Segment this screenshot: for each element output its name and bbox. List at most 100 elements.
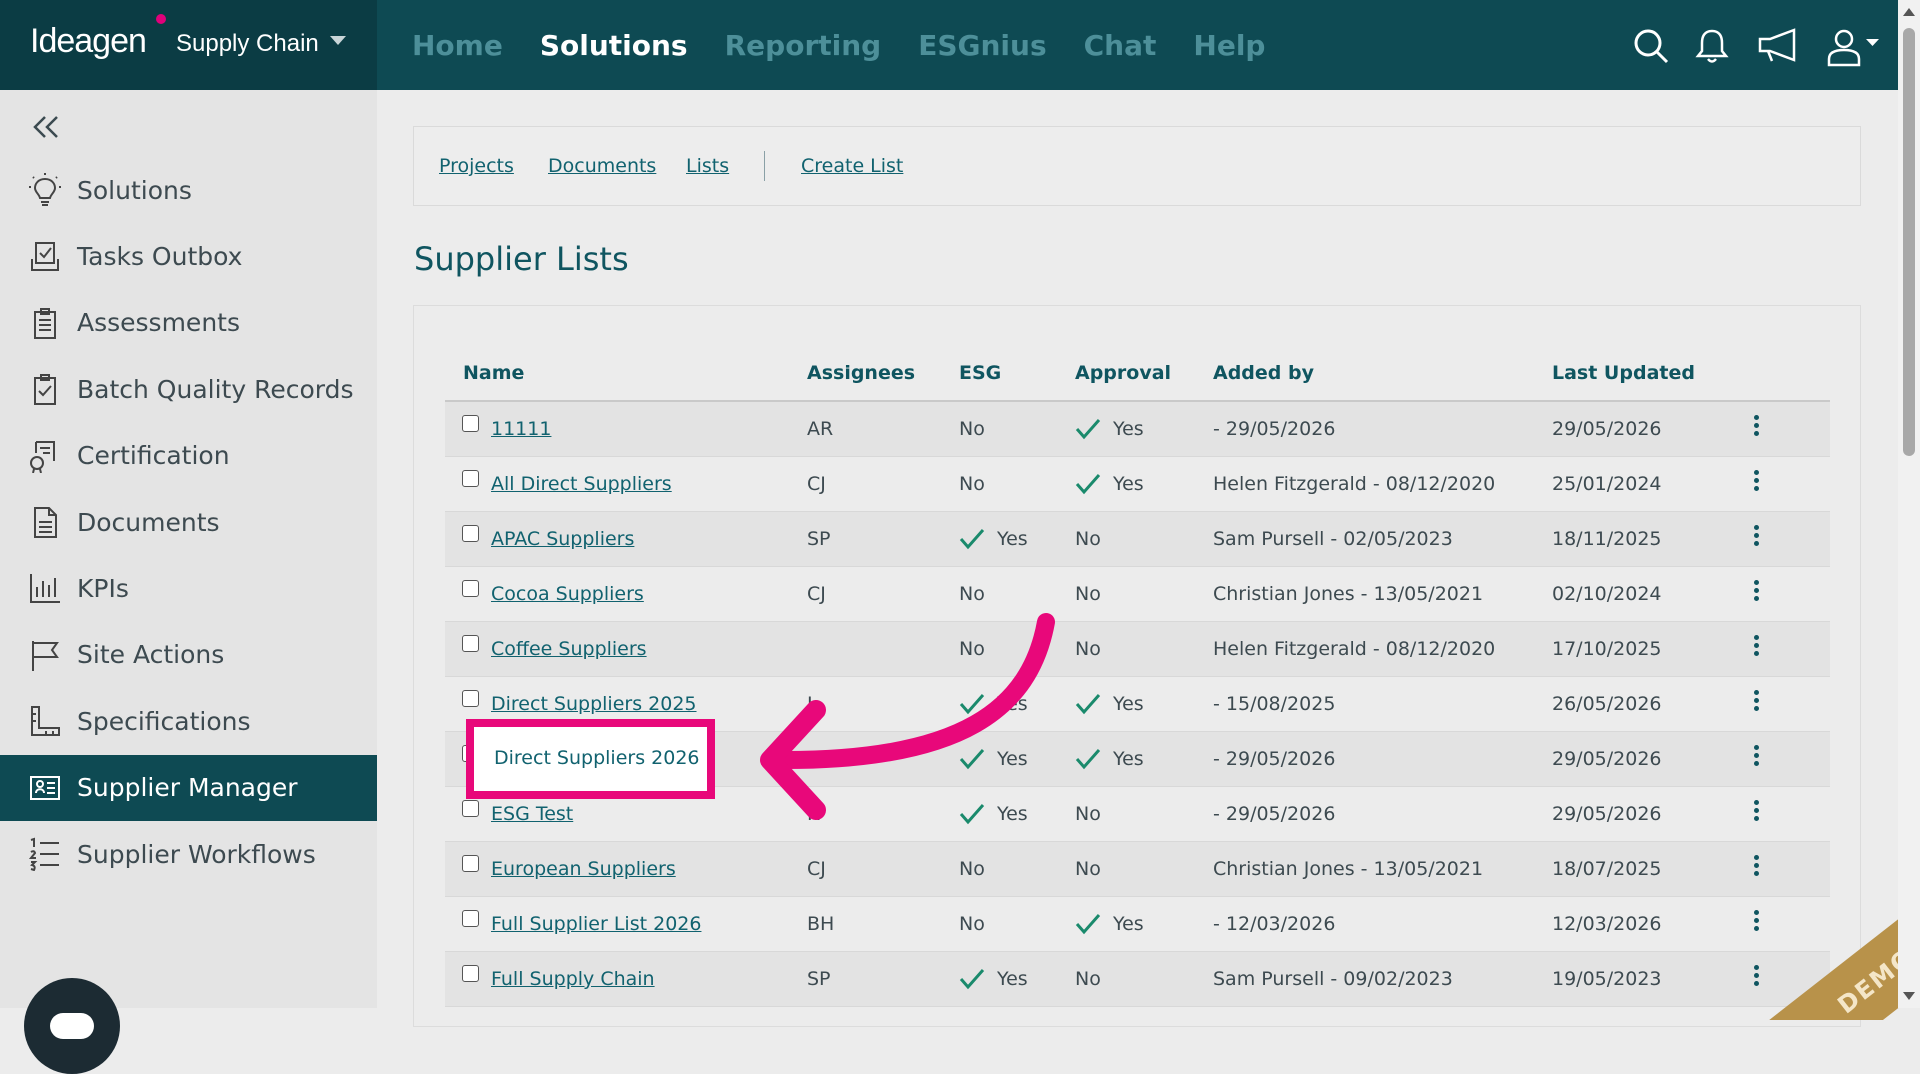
sidebar-item-solutions[interactable]: Solutions: [0, 157, 377, 223]
approval-value: Yes: [1113, 692, 1144, 715]
nav-help[interactable]: Help: [1193, 29, 1265, 62]
added-by-value: Christian Jones - 13/05/2021: [1213, 858, 1484, 880]
bell-icon[interactable]: [1694, 27, 1730, 63]
last-updated-value: 12/03/2026: [1552, 913, 1662, 935]
chevron-down-icon[interactable]: [330, 36, 346, 45]
row-actions-kebab-icon[interactable]: [1754, 854, 1760, 879]
sidebar-item-site-actions[interactable]: Site Actions: [0, 622, 377, 688]
subnav-projects-link[interactable]: Projects: [439, 155, 514, 177]
list-name-link[interactable]: 11111: [491, 418, 551, 440]
ruler-icon: [28, 704, 62, 738]
list-name-link[interactable]: APAC Suppliers: [491, 528, 634, 550]
sidebar-item-documents[interactable]: Documents: [0, 489, 377, 555]
list-name-link[interactable]: Full Supplier List 2026: [491, 913, 701, 935]
subnav-documents-link[interactable]: Documents: [548, 155, 656, 177]
scrollbar-thumb[interactable]: [1903, 28, 1915, 456]
sidebar-item-label: Specifications: [77, 706, 251, 736]
col-header-name[interactable]: Name: [445, 346, 807, 402]
flag-icon: [28, 638, 62, 672]
sidebar-item-certification[interactable]: Certification: [0, 423, 377, 489]
row-checkbox[interactable]: [462, 855, 479, 872]
sidebar-item-supplier-manager[interactable]: Supplier Manager: [0, 754, 377, 821]
assignees-value: CJ: [807, 473, 826, 495]
list-name-link[interactable]: European Suppliers: [491, 858, 676, 880]
demo-watermark: DEMO: [1740, 890, 1920, 1020]
search-icon[interactable]: [1632, 27, 1669, 64]
row-checkbox[interactable]: [462, 580, 479, 597]
row-actions-kebab-icon[interactable]: [1754, 799, 1760, 824]
megaphone-icon[interactable]: [1756, 27, 1800, 63]
nav-solutions[interactable]: Solutions: [540, 29, 688, 62]
scroll-up-icon[interactable]: [1903, 8, 1915, 16]
row-checkbox[interactable]: [462, 910, 479, 927]
sidebar-item-assessments[interactable]: Assessments: [0, 290, 377, 356]
assignees-value: SP: [807, 968, 831, 990]
sidebar-item-label: Assessments: [77, 308, 240, 338]
row-actions-kebab-icon[interactable]: [1754, 414, 1760, 439]
sidebar-item-tasks-outbox[interactable]: Tasks Outbox: [0, 223, 377, 289]
table-row: Full Supplier List 2026 BH No Yes - 12/03/20…: [445, 896, 1830, 952]
sidebar-item-batch-quality-records[interactable]: Batch Quality Records: [0, 356, 377, 422]
added-by-value: Helen Fitzgerald - 08/12/2020: [1213, 638, 1496, 660]
list-name-link[interactable]: All Direct Suppliers: [491, 473, 672, 495]
create-list-link[interactable]: Create List: [801, 155, 903, 177]
row-checkbox[interactable]: [462, 690, 479, 707]
brand-switcher[interactable]: Ideagen Supply Chain: [0, 0, 377, 90]
row-actions-kebab-icon[interactable]: [1754, 579, 1760, 604]
numbered-list-icon: [28, 837, 62, 871]
approval-value: No: [1075, 528, 1101, 550]
last-updated-value: 29/05/2026: [1552, 803, 1662, 825]
col-header-esg[interactable]: ESG: [959, 346, 1075, 402]
row-checkbox[interactable]: [462, 525, 479, 542]
row-actions-kebab-icon[interactable]: [1754, 634, 1760, 659]
approval-value: No: [1075, 638, 1101, 660]
vertical-scrollbar[interactable]: [1898, 0, 1920, 1008]
assignees-value: BH: [807, 913, 835, 935]
row-actions-kebab-icon[interactable]: [1754, 469, 1760, 494]
row-actions-kebab-icon[interactable]: [1754, 689, 1760, 714]
nav-chat[interactable]: Chat: [1084, 29, 1157, 62]
scroll-down-icon[interactable]: [1903, 992, 1915, 1000]
sidebar-item-specifications[interactable]: Specifications: [0, 688, 377, 754]
row-checkbox[interactable]: [462, 965, 479, 982]
row-checkbox[interactable]: [462, 635, 479, 652]
tray-check-icon: [28, 239, 62, 273]
row-checkbox[interactable]: [462, 800, 479, 817]
col-header-assignees[interactable]: Assignees: [807, 346, 959, 402]
assignees-value: SP: [807, 528, 831, 550]
list-name-link[interactable]: Coffee Suppliers: [491, 638, 647, 660]
check-icon: [1075, 419, 1101, 440]
top-icons: [1632, 0, 1880, 90]
table-row: European Suppliers CJ No No Christian Jones …: [445, 841, 1830, 897]
supplier-lists-table: Name Assignees ESG Approval Added by Las…: [445, 346, 1830, 1007]
col-header-last-updated[interactable]: Last Updated: [1552, 346, 1754, 402]
row-checkbox[interactable]: [462, 415, 479, 432]
nav-esgnius[interactable]: ESGnius: [918, 29, 1046, 62]
row-checkbox[interactable]: [462, 470, 479, 487]
list-name-link[interactable]: Direct Suppliers 2025: [491, 693, 697, 715]
list-name-link[interactable]: ESG Test: [491, 803, 573, 825]
last-updated-value: 18/11/2025: [1552, 528, 1662, 550]
highlighted-list-link[interactable]: Direct Suppliers 2026: [466, 719, 715, 799]
sidebar-item-kpis[interactable]: KPIs: [0, 555, 377, 621]
list-name-link[interactable]: Cocoa Suppliers: [491, 583, 644, 605]
row-actions-kebab-icon[interactable]: [1754, 744, 1760, 769]
sidebar-item-supplier-workflows[interactable]: Supplier Workflows: [0, 821, 377, 887]
list-name-link[interactable]: Full Supply Chain: [491, 968, 655, 990]
user-menu-icon[interactable]: [1826, 27, 1880, 67]
col-header-approval[interactable]: Approval: [1075, 346, 1213, 402]
collapse-sidebar-icon[interactable]: [32, 112, 60, 146]
clipboard-icon: [28, 306, 62, 340]
subnav-lists-link[interactable]: Lists: [686, 155, 729, 177]
nav-reporting[interactable]: Reporting: [725, 29, 882, 62]
last-updated-value: 29/05/2026: [1552, 418, 1662, 440]
table-row: 11111 AR No Yes - 29/05/2026 29/05/2026: [445, 401, 1830, 457]
col-header-added-by[interactable]: Added by: [1213, 346, 1552, 402]
approval-value: Yes: [1113, 417, 1144, 440]
pointer-arrow-icon: [760, 613, 1055, 820]
nav-home[interactable]: Home: [412, 29, 503, 62]
chat-widget-button[interactable]: [24, 978, 120, 1074]
sidebar-item-label: Documents: [77, 507, 220, 537]
row-actions-kebab-icon[interactable]: [1754, 524, 1760, 549]
sidebar-item-label: Site Actions: [77, 640, 225, 670]
